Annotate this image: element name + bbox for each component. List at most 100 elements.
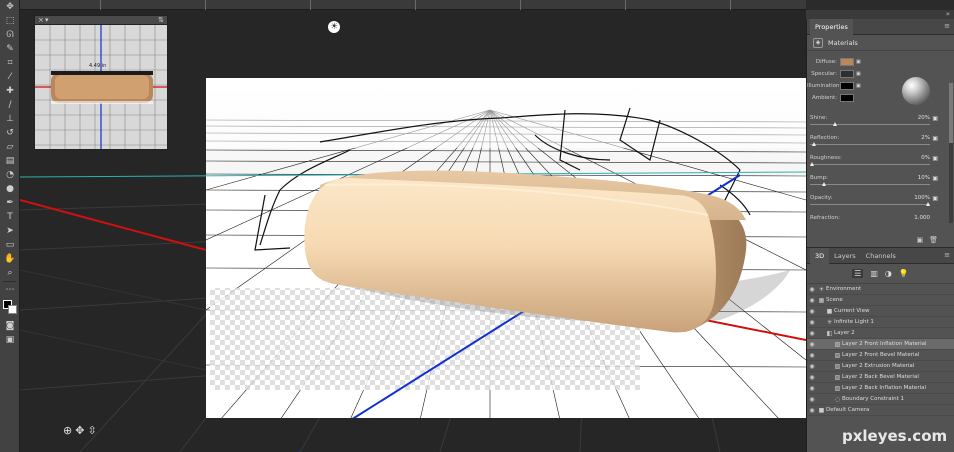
eyedropper-tool-icon[interactable]: ⁄ <box>0 70 20 84</box>
visibility-eye-icon[interactable]: ◉ <box>807 286 817 293</box>
type-tool-icon[interactable]: T <box>0 210 20 224</box>
roughness-slider[interactable]: Roughness: 0% ▣ <box>810 155 938 175</box>
layer-row[interactable]: ◉ ■ Default Camera <box>807 405 954 416</box>
visibility-eye-icon[interactable]: ◉ <box>807 363 817 370</box>
diffuse-color-swatch[interactable] <box>840 58 854 66</box>
layer-row[interactable]: ◉ ▦ Scene <box>807 295 954 306</box>
tab-properties[interactable]: Properties <box>810 18 853 35</box>
layer-row[interactable]: ◉ ◧ Layer 2 <box>807 328 954 339</box>
folder-icon[interactable]: ▣ <box>856 83 863 90</box>
tab-channels[interactable]: Channels <box>861 248 901 264</box>
reflection-slider[interactable]: Reflection: 2% ▣ <box>810 135 938 155</box>
slider-track[interactable] <box>810 144 930 145</box>
horizontal-ruler[interactable] <box>20 0 806 10</box>
panel-menu-icon[interactable]: ≡ <box>944 251 950 259</box>
panel-menu-icon[interactable]: ≡ <box>944 22 950 30</box>
close-icon[interactable]: × <box>38 16 44 25</box>
view-menu-icon[interactable]: ▾ <box>45 16 49 25</box>
new-layer-icon[interactable]: ▣ <box>916 236 923 244</box>
meshes-filter-icon[interactable]: ▥ <box>870 269 878 278</box>
layer-row[interactable]: ◉ ▧ Layer 2 Back Bevel Material <box>807 372 954 383</box>
visibility-eye-icon[interactable]: ◉ <box>807 396 817 403</box>
tab-layers[interactable]: Layers <box>829 248 861 264</box>
slider-track[interactable] <box>810 184 930 185</box>
move-tool-icon[interactable]: ✥ <box>0 0 20 14</box>
specular-color-swatch[interactable] <box>840 70 854 78</box>
lasso-tool-icon[interactable]: ᘏ <box>0 28 20 42</box>
light-widget-icon[interactable]: ☀ <box>328 21 340 33</box>
collapse-panels-icon[interactable]: » <box>946 10 950 19</box>
slider-track[interactable] <box>810 124 930 125</box>
layer-row[interactable]: ◉ ☀ Environment <box>807 284 954 295</box>
illumination-color-swatch[interactable] <box>840 82 854 90</box>
marquee-tool-icon[interactable]: ⬚ <box>0 14 20 28</box>
visibility-eye-icon[interactable]: ◉ <box>807 308 817 315</box>
visibility-eye-icon[interactable]: ◉ <box>807 330 817 337</box>
visibility-eye-icon[interactable]: ◉ <box>807 407 817 414</box>
layer-row[interactable]: ◉ ▧ Layer 2 Back Inflation Material <box>807 383 954 394</box>
ambient-color-swatch[interactable] <box>840 94 854 102</box>
folder-icon[interactable]: ▣ <box>932 115 938 122</box>
folder-icon[interactable]: ▣ <box>856 59 863 66</box>
pan-icon[interactable]: ✥ <box>75 424 84 437</box>
slider-thumb[interactable] <box>810 162 814 166</box>
visibility-eye-icon[interactable]: ◉ <box>807 352 817 359</box>
visibility-eye-icon[interactable]: ◉ <box>807 374 817 381</box>
opacity-slider[interactable]: Opacity: 100% ▣ <box>810 195 938 215</box>
trash-icon[interactable]: 🗑 <box>929 236 938 244</box>
visibility-eye-icon[interactable]: ◉ <box>807 319 817 326</box>
folder-icon[interactable]: ▣ <box>932 155 938 162</box>
layer-row[interactable]: ◉ ▧ Layer 2 Extrusion Material <box>807 361 954 372</box>
blur-tool-icon[interactable]: ◔ <box>0 168 20 182</box>
swap-view-icon[interactable]: ⇅ <box>158 16 164 25</box>
slider-thumb[interactable] <box>833 122 838 126</box>
slider-thumb[interactable] <box>812 142 817 146</box>
dolly-icon[interactable]: ⇳ <box>87 424 96 437</box>
gradient-tool-icon[interactable]: ▤ <box>0 154 20 168</box>
shine-slider[interactable]: Shine: 20% ▣ <box>810 115 938 135</box>
bump-slider[interactable]: Bump: 10% ▣ <box>810 175 938 195</box>
slider-track[interactable] <box>810 204 930 205</box>
orbit-icon[interactable]: ⊕ <box>63 424 72 437</box>
brush-tool-icon[interactable]: ∕ <box>0 98 20 112</box>
quick-mask-icon[interactable]: ◙ <box>0 319 20 333</box>
whole-scene-filter-icon[interactable]: ☰ <box>852 269 864 278</box>
shape-tool-icon[interactable]: ▭ <box>0 238 20 252</box>
background-color-swatch[interactable] <box>8 305 17 314</box>
materials-filter-icon[interactable]: ◑ <box>885 269 892 278</box>
color-swatches[interactable] <box>0 297 20 319</box>
layer-row[interactable]: ◉ ✳ Infinite Light 1 <box>807 317 954 328</box>
more-tools-icon[interactable]: ⋯ <box>0 283 20 297</box>
lights-filter-icon[interactable]: 💡 <box>899 269 909 278</box>
dodge-tool-icon[interactable]: ● <box>0 182 20 196</box>
visibility-eye-icon[interactable]: ◉ <box>807 385 817 392</box>
tab-3d[interactable]: 3D <box>810 247 830 264</box>
folder-icon[interactable]: ▣ <box>856 71 863 78</box>
secondary-view-window[interactable]: × ▾ ⇅ 4.49 in <box>34 15 168 150</box>
folder-icon[interactable]: ▣ <box>932 135 938 142</box>
quick-select-tool-icon[interactable]: ✎ <box>0 42 20 56</box>
slider-thumb[interactable] <box>926 202 930 206</box>
secondary-view-header[interactable]: × ▾ ⇅ <box>35 16 167 25</box>
slider-thumb[interactable] <box>821 182 826 186</box>
clone-stamp-tool-icon[interactable]: ⊥ <box>0 112 20 126</box>
path-select-tool-icon[interactable]: ➤ <box>0 224 20 238</box>
layer-row[interactable]: ◉ ◌ Boundary Constraint 1 <box>807 394 954 405</box>
folder-icon[interactable]: ▣ <box>932 195 938 202</box>
slider-track[interactable] <box>810 164 930 165</box>
3d-axis-widget[interactable]: ⊕ ✥ ⇳ <box>63 424 97 437</box>
hand-tool-icon[interactable]: ✋ <box>0 252 20 266</box>
history-brush-tool-icon[interactable]: ↺ <box>0 126 20 140</box>
layer-row[interactable]: ◉ ▧ Layer 2 Front Bevel Material <box>807 350 954 361</box>
crop-tool-icon[interactable]: ⌗ <box>0 56 20 70</box>
screen-mode-icon[interactable]: ▣ <box>0 333 20 347</box>
refraction-field[interactable]: Refraction: 1.000 <box>810 215 938 235</box>
visibility-eye-icon[interactable]: ◉ <box>807 297 817 304</box>
properties-scrollbar[interactable] <box>949 83 953 223</box>
zoom-tool-icon[interactable]: ⌕ <box>0 266 20 280</box>
pen-tool-icon[interactable]: ✒ <box>0 196 20 210</box>
layer-row[interactable]: ◉ ▧ Layer 2 Front Inflation Material <box>807 339 954 350</box>
eraser-tool-icon[interactable]: ▱ <box>0 140 20 154</box>
healing-brush-tool-icon[interactable]: ✚ <box>0 84 20 98</box>
layer-row[interactable]: ◉ ■ Current View <box>807 306 954 317</box>
